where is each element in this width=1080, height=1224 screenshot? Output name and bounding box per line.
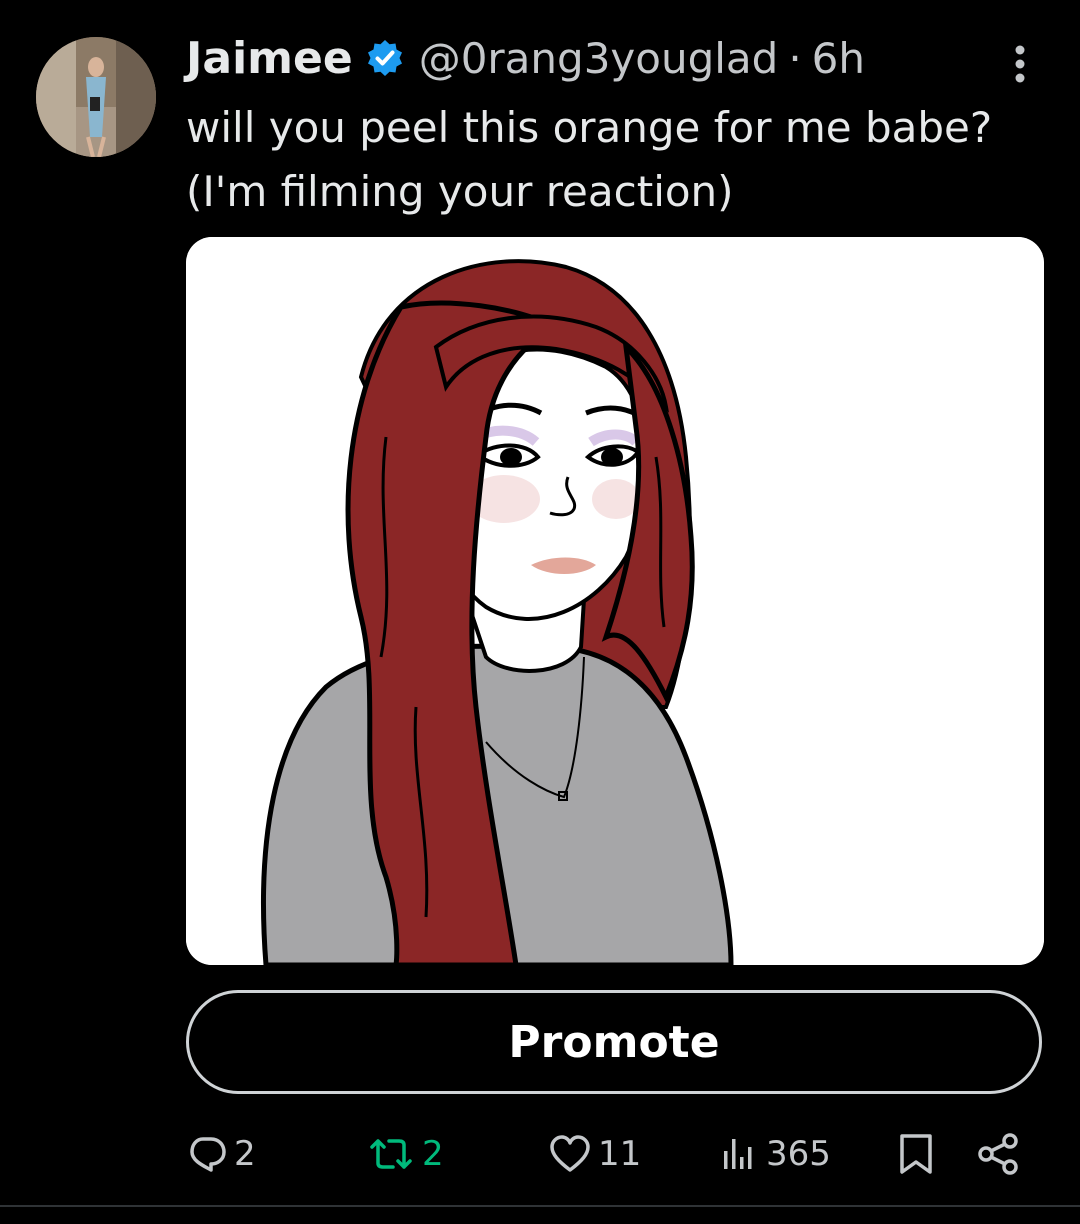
tweet-text-line-2: (I'm filming your reaction) [186,167,734,216]
heart-icon [550,1135,590,1172]
author-handle[interactable]: @0rang3youglad [419,34,779,83]
share-icon [978,1133,1018,1175]
tweet: Jaimee @0rang3youglad · 6h will you peel… [0,0,1080,1224]
bookmark-icon [900,1134,932,1174]
tweet-text-line-1: will you peel this orange for me babe? [186,103,993,152]
reply-icon [190,1137,226,1172]
promote-button[interactable]: Promote [186,990,1042,1094]
views-bar-chart-icon [724,1139,752,1169]
wojak-girl-illustration-icon [186,237,1044,965]
tweet-text: will you peel this orange for me babe? (… [186,96,1046,224]
like-count: 11 [598,1134,642,1174]
repost-count: 2 [422,1134,444,1174]
views-button[interactable]: 365 [718,1128,831,1180]
like-button[interactable]: 11 [548,1128,641,1180]
share-button[interactable] [976,1128,1022,1180]
author-name[interactable]: Jaimee [186,33,353,84]
bookmark-button[interactable] [896,1128,936,1180]
reply-count: 2 [234,1134,256,1174]
repost-button[interactable]: 2 [366,1128,444,1180]
tweet-actions-bar: 2 2 11 365 [186,1128,1036,1180]
tweet-media-image[interactable] [186,237,1044,965]
more-options-icon[interactable] [1008,44,1032,84]
divider [0,1205,1080,1207]
reply-button[interactable]: 2 [186,1128,256,1180]
tweet-header: Jaimee @0rang3youglad · 6h [186,30,865,86]
views-count: 365 [766,1134,831,1174]
timestamp[interactable]: 6h [812,34,865,83]
avatar[interactable] [36,37,156,157]
separator-dot: · [788,33,802,83]
verified-badge-icon [365,38,405,78]
repost-icon [370,1139,412,1169]
